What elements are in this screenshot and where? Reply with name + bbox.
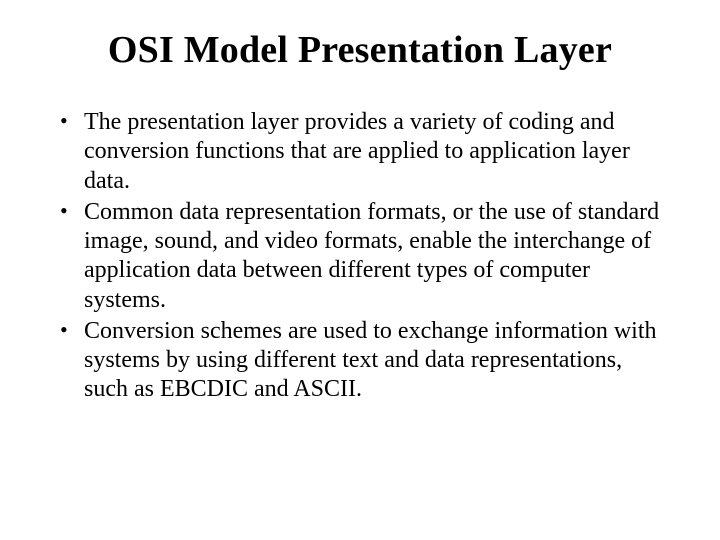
list-item: Common data representation formats, or t…: [84, 198, 672, 315]
slide-title: OSI Model Presentation Layer: [48, 28, 672, 72]
list-item: Conversion schemes are used to exchange …: [84, 317, 672, 405]
bullet-list: The presentation layer provides a variet…: [48, 108, 672, 405]
list-item: The presentation layer provides a variet…: [84, 108, 672, 196]
